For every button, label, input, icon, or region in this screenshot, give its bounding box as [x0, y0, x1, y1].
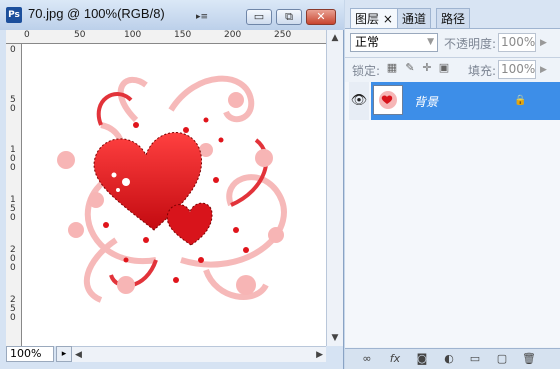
ruler-tick-label: 100 [10, 145, 16, 173]
ruler-tick-label: 50 [10, 95, 16, 114]
opacity-field[interactable]: 100% [498, 33, 536, 52]
panel-menu-icon[interactable]: ▸≡ [196, 8, 212, 26]
blend-mode-select[interactable]: 正常 ▼ [350, 33, 438, 52]
ruler-tick-label: 0 [10, 45, 16, 55]
photoshop-app-icon: Ps [6, 7, 22, 23]
lock-label: 锁定: [352, 64, 381, 78]
eye-icon[interactable]: 👁 [349, 82, 369, 120]
opacity-label: 不透明度: [444, 37, 497, 51]
layer-name[interactable]: 背景 [414, 93, 438, 110]
tab-layers[interactable]: 图层 × [350, 8, 398, 28]
trash-icon[interactable]: 🗑 [520, 351, 538, 367]
new-group-icon[interactable]: ▭ [466, 351, 484, 367]
vertical-scrollbar[interactable]: ▲ ▼ [326, 30, 343, 346]
divider [345, 57, 560, 58]
thumbnail-preview [379, 91, 397, 109]
tab-channels[interactable]: 通道 [397, 8, 432, 28]
tab-paths[interactable]: 路径 [436, 8, 471, 28]
ruler-tick-label: 250 [274, 30, 292, 40]
lock-image-icon[interactable]: ✎ [404, 62, 416, 74]
lock-position-icon[interactable]: ✛ [421, 62, 433, 74]
scroll-left-icon[interactable]: ◀ [75, 347, 82, 363]
add-mask-icon[interactable]: ◙ [413, 351, 431, 367]
scroll-right-icon[interactable]: ▶ [316, 347, 323, 363]
zoom-level-field[interactable]: 100% [6, 346, 54, 362]
ruler-vertical[interactable]: 0 50 100 150 200 250 [6, 44, 22, 346]
fill-label: 填充: [468, 64, 497, 78]
tab-close-icon[interactable]: × [383, 12, 393, 26]
minimize-button[interactable]: ▭ [246, 9, 272, 25]
lock-icon: 🔒 [514, 95, 527, 106]
close-button[interactable]: ✕ [306, 9, 336, 25]
canvas[interactable] [6, 30, 326, 346]
ruler-tick-label: 150 [174, 30, 192, 40]
fill-arrow-icon[interactable]: ▶ [540, 65, 547, 75]
opacity-arrow-icon[interactable]: ▶ [540, 38, 547, 48]
fx-icon[interactable]: fx [386, 351, 404, 367]
fill-field[interactable]: 100% [498, 60, 536, 79]
adjustment-layer-icon[interactable]: ◐ [440, 351, 458, 367]
small-heart [166, 202, 213, 246]
ruler-horizontal[interactable]: 0 50 100 150 200 250 [6, 30, 326, 44]
ruler-tick-label: 250 [10, 295, 16, 323]
ruler-tick-label: 0 [24, 30, 30, 40]
chevron-down-icon: ▼ [427, 37, 434, 47]
hearts-artwork [57, 75, 287, 303]
layer-list [345, 82, 560, 347]
ruler-tick-label: 100 [124, 30, 142, 40]
ruler-tick-label: 50 [74, 30, 86, 40]
horizontal-scrollbar[interactable]: ◀ ▶ [72, 346, 326, 362]
status-menu-button[interactable]: ▸ [56, 346, 72, 362]
restore-button[interactable]: ⧉ [276, 9, 302, 25]
scroll-up-icon[interactable]: ▲ [327, 30, 343, 46]
scroll-down-icon[interactable]: ▼ [327, 330, 343, 346]
ruler-tick-label: 150 [10, 195, 16, 223]
ruler-tick-label: 200 [10, 245, 16, 273]
lock-transparent-icon[interactable]: ▦ [386, 62, 398, 74]
layer-thumbnail[interactable] [373, 85, 403, 115]
lock-all-icon[interactable]: ▣ [438, 62, 450, 74]
new-layer-icon[interactable]: ▢ [493, 351, 511, 367]
ruler-tick-label: 200 [224, 30, 242, 40]
document-title: 70.jpg @ 100%(RGB/8) [28, 6, 165, 21]
link-layers-icon[interactable]: ∞ [358, 351, 376, 367]
